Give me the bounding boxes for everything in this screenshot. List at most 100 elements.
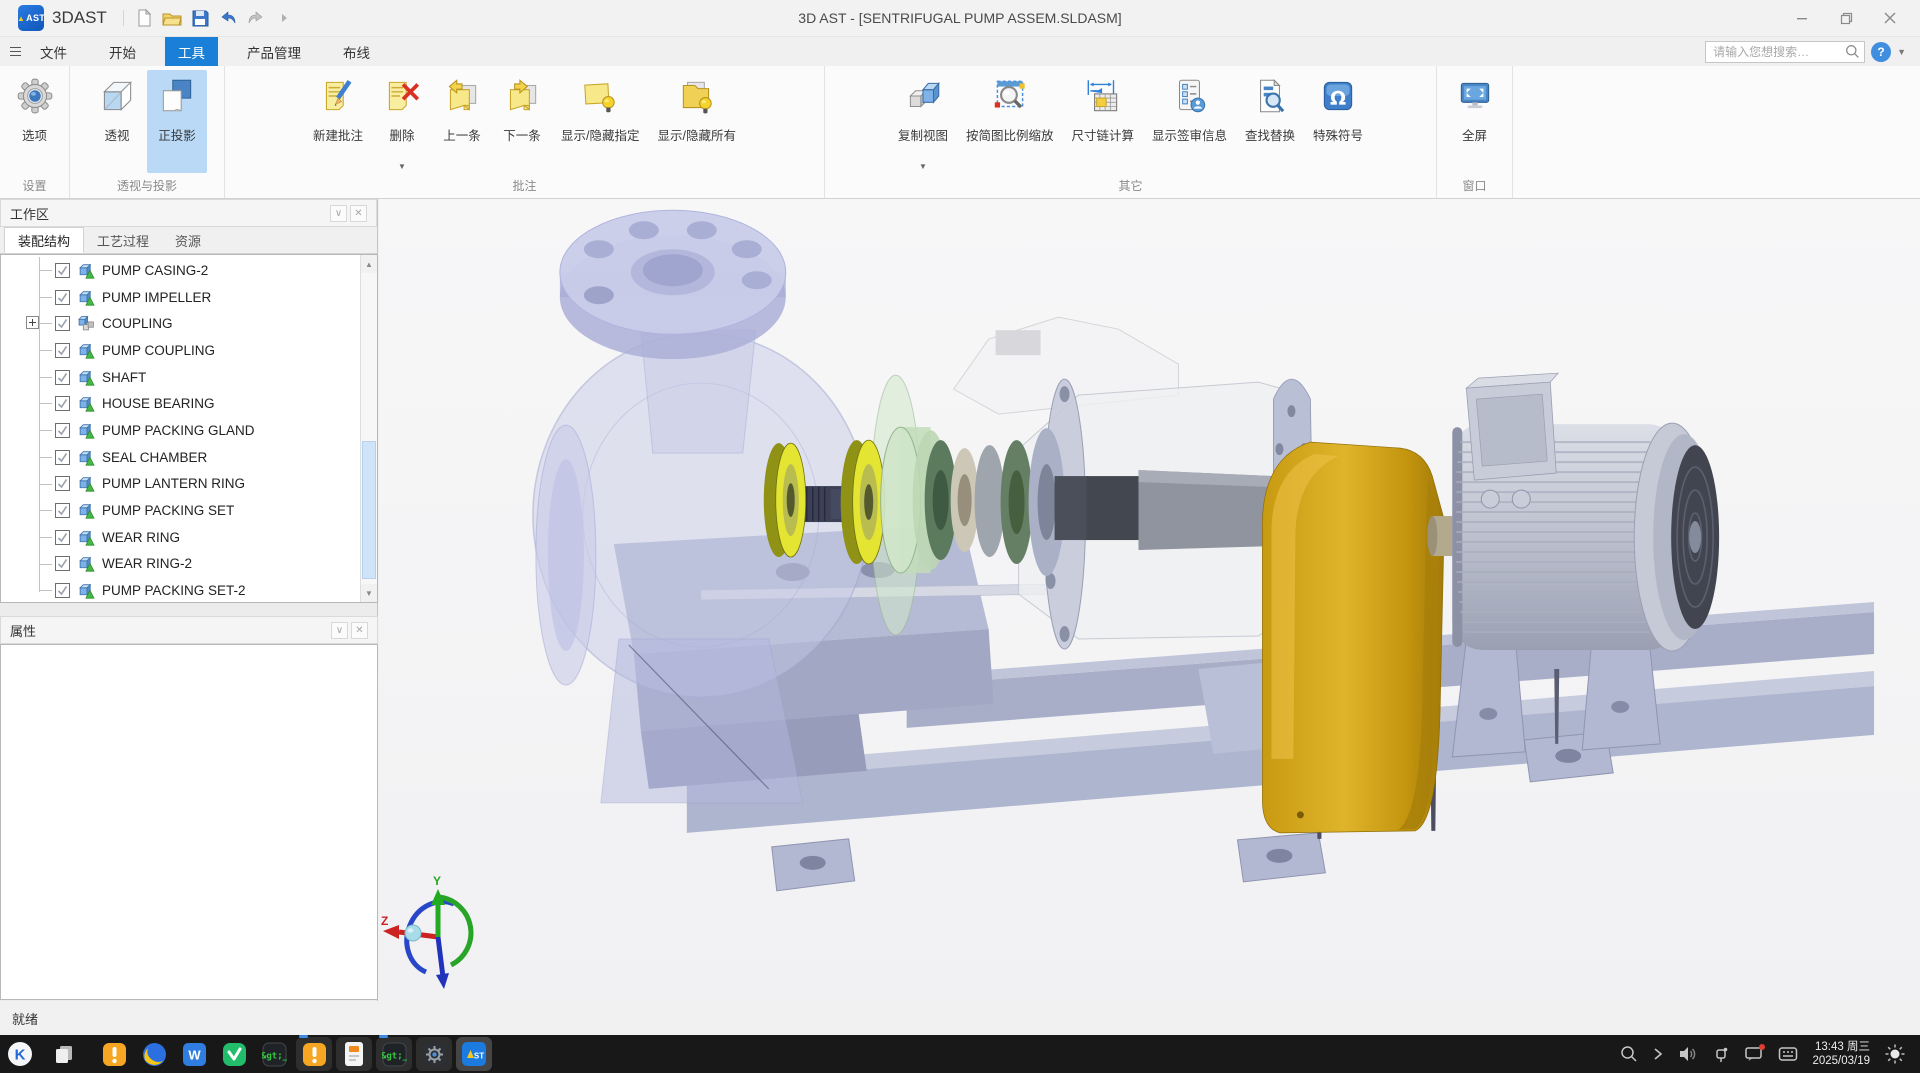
- usb-device-icon[interactable]: [1712, 1045, 1730, 1063]
- show-desktop-button[interactable]: [46, 1037, 82, 1071]
- tree-item[interactable]: PUMP PACKING SET: [1, 497, 360, 524]
- tab-routing[interactable]: 布线: [330, 37, 383, 66]
- status-bar: 就绪: [0, 1001, 1920, 1035]
- visibility-checkbox[interactable]: [55, 396, 70, 411]
- special-symbol-button[interactable]: Ω 特殊符号: [1304, 70, 1372, 173]
- tree-item[interactable]: PUMP LANTERN RING: [1, 471, 360, 498]
- settings-gear-icon[interactable]: [416, 1037, 452, 1071]
- tree-item[interactable]: PUMP COUPLING: [1, 337, 360, 364]
- zoom-by-scale-button[interactable]: 按简图比例缩放: [957, 70, 1063, 173]
- ast-app-icon[interactable]: ST: [456, 1037, 492, 1071]
- tree-item-label: PUMP IMPELLER: [102, 290, 211, 305]
- tab-home[interactable]: 开始: [96, 37, 149, 66]
- visibility-checkbox[interactable]: [55, 450, 70, 465]
- green-messenger-icon[interactable]: [216, 1037, 252, 1071]
- menu-icon[interactable]: [10, 37, 21, 66]
- orthographic-button[interactable]: 正投影: [147, 70, 207, 173]
- visibility-checkbox[interactable]: [55, 316, 70, 331]
- dropdown-caret[interactable]: ▼: [919, 163, 927, 171]
- expander-icon[interactable]: [26, 316, 39, 329]
- save-button[interactable]: [186, 5, 214, 31]
- tree-item[interactable]: PUMP IMPELLER: [1, 284, 360, 311]
- perspective-button[interactable]: 透视: [87, 70, 147, 173]
- visibility-checkbox[interactable]: [55, 423, 70, 438]
- options-button[interactable]: 选项: [5, 70, 65, 173]
- tree-item[interactable]: HOUSE BEARING: [1, 390, 360, 417]
- panel-collapse-icon[interactable]: ∨: [331, 622, 348, 639]
- wps-icon[interactable]: W: [176, 1037, 212, 1071]
- panel-close-icon[interactable]: ✕: [351, 622, 368, 639]
- copy-view-button[interactable]: 复制视图 ▼: [889, 70, 957, 173]
- show-signoff-info-button[interactable]: 显示签审信息: [1143, 70, 1236, 173]
- tab-resources[interactable]: 资源: [162, 227, 214, 253]
- terminal-icon-running[interactable]: &gt;_: [376, 1037, 412, 1071]
- app-name: 3DAST: [52, 8, 107, 28]
- orange-app-icon[interactable]: [96, 1037, 132, 1071]
- help-button[interactable]: ?: [1871, 42, 1891, 62]
- show-hide-all-button[interactable]: 显示/隐藏所有: [649, 70, 745, 173]
- volume-icon[interactable]: [1678, 1045, 1698, 1063]
- panel-close-icon[interactable]: ✕: [350, 205, 367, 222]
- close-button[interactable]: [1868, 3, 1912, 33]
- restore-button[interactable]: [1824, 3, 1868, 33]
- visibility-checkbox[interactable]: [55, 583, 70, 598]
- visibility-checkbox[interactable]: [55, 476, 70, 491]
- scroll-down-icon[interactable]: ▼: [361, 584, 377, 602]
- undo-button[interactable]: [214, 5, 242, 31]
- search-input[interactable]: [1705, 41, 1865, 63]
- new-annotation-button[interactable]: 新建批注: [304, 70, 372, 173]
- visibility-checkbox[interactable]: [55, 556, 70, 571]
- scroll-up-icon[interactable]: ▲: [361, 255, 377, 273]
- help-dropdown-caret[interactable]: ▼: [1897, 47, 1906, 57]
- tray-expand-icon[interactable]: [1652, 1047, 1664, 1061]
- search-icon[interactable]: [1845, 44, 1860, 62]
- delete-annotation-button[interactable]: 删除 ▼: [372, 70, 432, 173]
- panel-collapse-icon[interactable]: ∨: [330, 205, 347, 222]
- tree-item[interactable]: SHAFT: [1, 364, 360, 391]
- terminal-icon[interactable]: &gt;_: [256, 1037, 292, 1071]
- notes-app-icon[interactable]: [336, 1037, 372, 1071]
- browser-icon[interactable]: [136, 1037, 172, 1071]
- tree-item[interactable]: PUMP CASING-2: [1, 257, 360, 284]
- tab-product-management[interactable]: 产品管理: [234, 37, 314, 66]
- tree-scrollbar[interactable]: ▲ ▼: [360, 255, 377, 602]
- visibility-checkbox[interactable]: [55, 290, 70, 305]
- tree-item[interactable]: PUMP PACKING GLAND: [1, 417, 360, 444]
- scrollbar-thumb[interactable]: [362, 441, 376, 579]
- viewport-3d[interactable]: Z Y: [379, 199, 1920, 1001]
- fullscreen-button[interactable]: 全屏: [1445, 70, 1505, 173]
- pump-assembly-model[interactable]: [379, 199, 1920, 1001]
- tree-item[interactable]: WEAR RING-2: [1, 551, 360, 578]
- new-document-button[interactable]: [130, 5, 158, 31]
- dropdown-caret[interactable]: ▼: [398, 163, 406, 171]
- show-hide-specified-button[interactable]: 显示/隐藏指定: [552, 70, 648, 173]
- visibility-checkbox[interactable]: [55, 370, 70, 385]
- minimize-button[interactable]: [1780, 3, 1824, 33]
- previous-annotation-button[interactable]: 上一条: [432, 70, 492, 173]
- taskbar-clock[interactable]: 13:43 周三 2025/03/19: [1812, 1040, 1870, 1068]
- tree-item[interactable]: COUPLING: [1, 310, 360, 337]
- tab-process[interactable]: 工艺过程: [84, 227, 162, 253]
- tree-item[interactable]: PUMP PACKING SET-2: [1, 577, 360, 603]
- next-annotation-button[interactable]: 下一条: [492, 70, 552, 173]
- tab-file[interactable]: 文件: [27, 37, 80, 66]
- open-file-button[interactable]: [158, 5, 186, 31]
- taskbar-search-icon[interactable]: [1620, 1045, 1638, 1063]
- more-commands-button[interactable]: [270, 5, 298, 31]
- visibility-checkbox[interactable]: [55, 343, 70, 358]
- start-button[interactable]: K: [2, 1037, 38, 1071]
- visibility-checkbox[interactable]: [55, 503, 70, 518]
- dimension-chain-button[interactable]: 尺寸链计算: [1062, 70, 1143, 173]
- redo-button[interactable]: [242, 5, 270, 31]
- brightness-icon[interactable]: [1884, 1043, 1906, 1065]
- tree-item[interactable]: WEAR RING: [1, 524, 360, 551]
- input-method-icon[interactable]: [1778, 1046, 1798, 1062]
- find-replace-button[interactable]: 查找替换: [1236, 70, 1304, 173]
- tab-assembly-structure[interactable]: 装配结构: [4, 227, 84, 253]
- tab-tools[interactable]: 工具: [165, 37, 218, 66]
- tree-item[interactable]: SEAL CHAMBER: [1, 444, 360, 471]
- visibility-checkbox[interactable]: [55, 530, 70, 545]
- notification-icon[interactable]: [1744, 1045, 1764, 1063]
- visibility-checkbox[interactable]: [55, 263, 70, 278]
- orange-app-icon-running[interactable]: [296, 1037, 332, 1071]
